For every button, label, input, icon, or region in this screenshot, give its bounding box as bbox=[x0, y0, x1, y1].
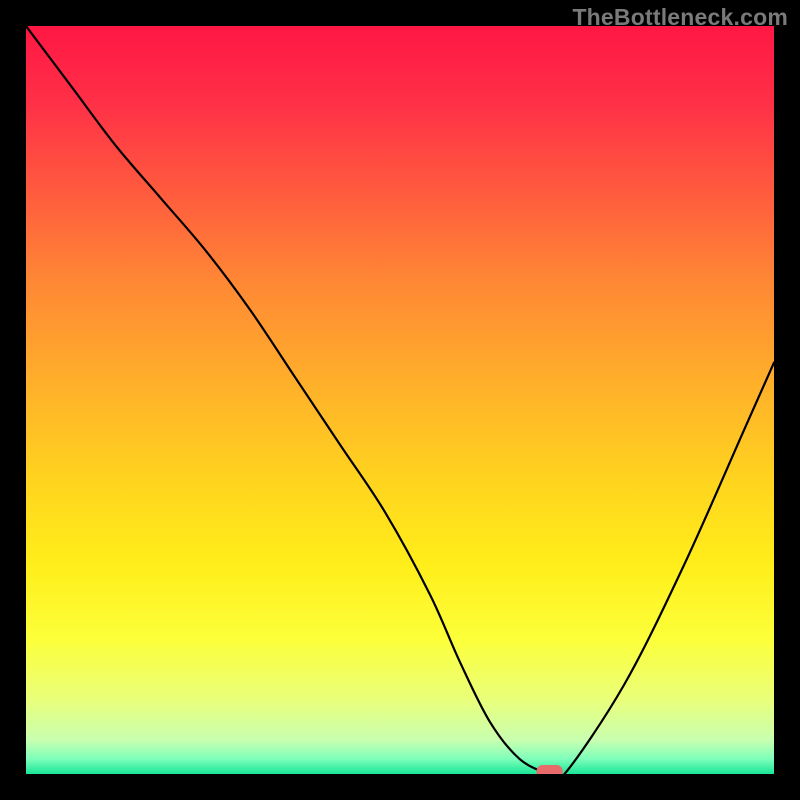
bottleneck-chart bbox=[26, 26, 774, 774]
chart-frame: TheBottleneck.com bbox=[0, 0, 800, 800]
plot-area bbox=[26, 26, 774, 774]
watermark-label: TheBottleneck.com bbox=[572, 4, 788, 31]
gradient-background bbox=[26, 26, 774, 774]
optimal-marker bbox=[537, 765, 563, 774]
